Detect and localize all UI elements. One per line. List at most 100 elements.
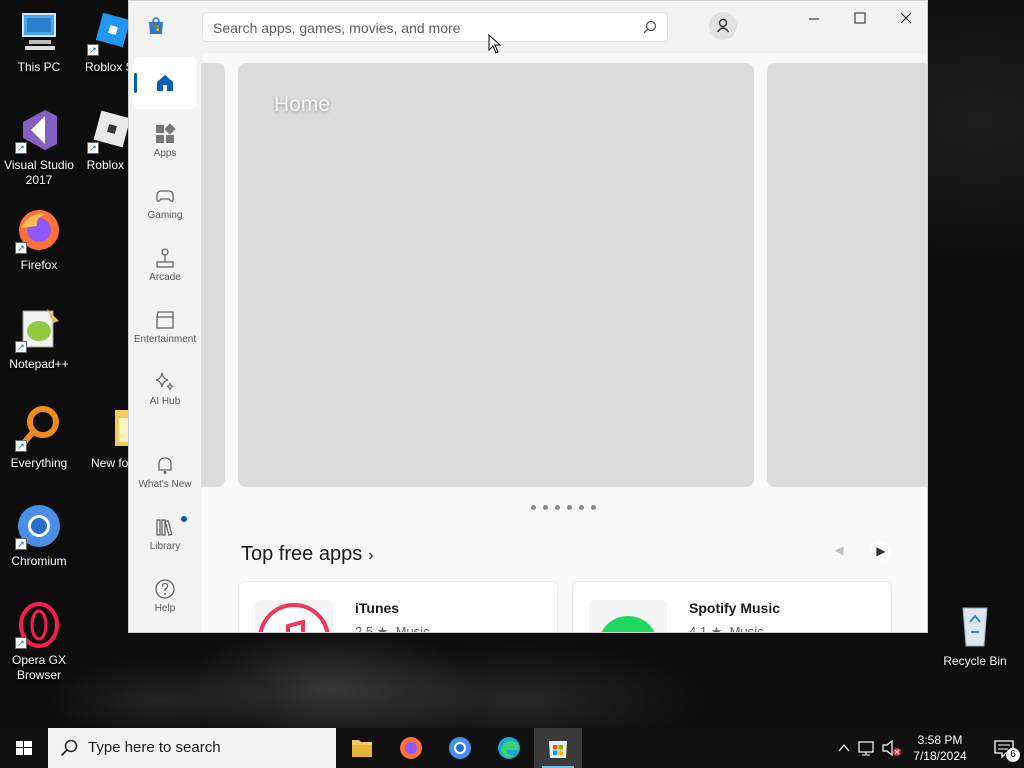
update-badge — [181, 516, 187, 522]
windows-logo-icon — [16, 741, 32, 755]
bell-icon — [158, 457, 172, 474]
desktop-icon-visual-studio[interactable]: ↗ Visual Studio 2017 — [0, 106, 78, 188]
sparkle-icon — [155, 372, 174, 391]
desktop-icon-label: Firefox — [20, 258, 58, 272]
volume-muted-icon — [882, 739, 901, 757]
notification-center-button[interactable]: 6 — [984, 728, 1024, 768]
clapperboard-icon — [156, 311, 174, 329]
app-card-itunes[interactable]: iTunes 2.5 ★ Music — [238, 581, 558, 633]
nav-label: Gaming — [147, 210, 183, 221]
gamepad-icon — [156, 190, 174, 202]
minimize-button[interactable] — [791, 5, 837, 33]
shortcut-arrow-icon: ↗ — [87, 142, 99, 154]
maximize-button[interactable] — [837, 5, 883, 33]
apps-icon — [156, 123, 176, 143]
desktop-icon-opera-gx[interactable]: ↗ Opera GX Browser — [0, 601, 78, 683]
shortcut-arrow-icon: ↗ — [15, 440, 27, 452]
desktop-icon-firefox[interactable]: ↗ Firefox — [0, 206, 78, 273]
taskbar-search-placeholder: Type here to search — [88, 739, 221, 756]
search-icon — [60, 739, 78, 757]
desktop-icon-chromium[interactable]: ↗ Chromium — [0, 502, 78, 569]
library-icon — [156, 519, 173, 536]
desktop-icon-label: This PC — [17, 60, 61, 74]
desktop-icon-everything[interactable]: ↗ Everything — [0, 404, 78, 471]
network-button[interactable] — [856, 728, 878, 768]
taskbar: Type here to search 3:58 PM 7/18/2024 6 — [0, 728, 1024, 768]
itunes-icon — [255, 600, 333, 632]
nav-label: Entertainment — [133, 334, 197, 345]
home-icon — [157, 75, 173, 91]
clock-time: 3:58 PM — [917, 733, 963, 747]
app-rating: 2.5 ★ Music — [355, 624, 430, 633]
store-logo-icon — [147, 17, 165, 35]
chevron-right-icon: › — [368, 547, 374, 564]
taskbar-search-box[interactable]: Type here to search — [48, 728, 336, 768]
search-icon[interactable] — [643, 20, 657, 34]
carousel-dot[interactable] — [543, 505, 548, 510]
person-icon — [716, 18, 730, 33]
taskbar-firefox[interactable] — [387, 728, 435, 768]
close-icon — [900, 12, 912, 24]
desktop-icon-label: Opera GX Browser — [11, 653, 67, 682]
shortcut-arrow-icon: ↗ — [15, 242, 27, 254]
hero-title: Home — [274, 93, 331, 116]
carousel-dot[interactable] — [567, 505, 572, 510]
hero-card-main[interactable]: Home — [238, 63, 754, 487]
desktop-icon-label: Everything — [10, 456, 68, 470]
scroll-left-button[interactable]: ◀ — [831, 543, 847, 559]
search-placeholder: Search apps, games, movies, and more — [213, 20, 461, 36]
nav-item-entertainment[interactable]: Entertainment — [133, 301, 197, 359]
chevron-left-icon: ◀ — [834, 543, 844, 557]
close-button[interactable] — [883, 5, 927, 33]
this-pc-icon — [15, 8, 63, 56]
hero-card-next[interactable] — [767, 63, 927, 487]
nav-label: Help — [154, 603, 176, 614]
joystick-icon — [156, 248, 174, 268]
desktop-icon-recycle-bin[interactable]: Recycle Bin — [936, 602, 1014, 669]
notification-count-badge: 6 — [1006, 748, 1020, 762]
store-navigation: Apps Gaming Arcade Entertainment AI Hub — [129, 53, 201, 632]
start-button[interactable] — [0, 728, 48, 768]
desktop-icon-notepad-plus-plus[interactable]: ↗ Notepad++ — [0, 305, 78, 372]
shortcut-arrow-icon: ↗ — [15, 538, 27, 550]
taskbar-chromium[interactable] — [436, 728, 484, 768]
taskbar-microsoft-store[interactable] — [534, 728, 582, 768]
carousel-dot[interactable] — [591, 505, 596, 510]
carousel-dot[interactable] — [531, 505, 536, 510]
clock[interactable]: 3:58 PM 7/18/2024 — [908, 732, 972, 764]
nav-item-gaming[interactable]: Gaming — [133, 177, 197, 235]
carousel-dot[interactable] — [555, 505, 560, 510]
chevron-right-icon: ▶ — [876, 544, 886, 558]
nav-item-help[interactable]: Help — [133, 570, 197, 628]
taskbar-edge[interactable] — [485, 728, 533, 768]
nav-item-home[interactable] — [133, 57, 197, 109]
app-card-spotify[interactable]: Spotify Music 4.1 ★ Music — [572, 581, 892, 632]
nav-item-library[interactable]: Library — [133, 508, 197, 566]
notepad-plus-plus-icon: ↗ — [15, 305, 63, 353]
chromium-icon: ↗ — [15, 502, 63, 550]
desktop-icon-this-pc[interactable]: This PC — [0, 8, 78, 75]
hero-card-previous[interactable] — [201, 63, 225, 487]
account-button[interactable] — [709, 12, 737, 40]
maximize-icon — [854, 12, 866, 24]
shortcut-arrow-icon: ↗ — [15, 142, 27, 154]
recycle-bin-icon — [951, 602, 999, 650]
nav-item-arcade[interactable]: Arcade — [133, 239, 197, 297]
microsoft-store-window: Search apps, games, movies, and more App… — [128, 0, 928, 633]
scroll-right-button[interactable]: ▶ — [871, 541, 891, 561]
carousel-dot[interactable] — [579, 505, 584, 510]
notification-icon — [994, 740, 1014, 759]
taskbar-file-explorer[interactable] — [338, 728, 386, 768]
chromium-icon — [449, 737, 471, 759]
nav-item-apps[interactable]: Apps — [133, 115, 197, 173]
store-search-input[interactable]: Search apps, games, movies, and more — [202, 12, 668, 42]
show-hidden-icons-button[interactable] — [834, 728, 854, 768]
nav-item-whats-new[interactable]: What's New — [133, 446, 197, 504]
top-free-apps-link[interactable]: Top free apps › — [241, 543, 374, 566]
section-title-text: Top free apps — [241, 543, 363, 565]
mouse-cursor-icon — [488, 34, 502, 54]
nav-item-ai-hub[interactable]: AI Hub — [133, 363, 197, 421]
nav-label: What's New — [138, 479, 192, 490]
title-bar[interactable]: Search apps, games, movies, and more — [129, 1, 927, 53]
volume-button[interactable] — [880, 728, 904, 768]
